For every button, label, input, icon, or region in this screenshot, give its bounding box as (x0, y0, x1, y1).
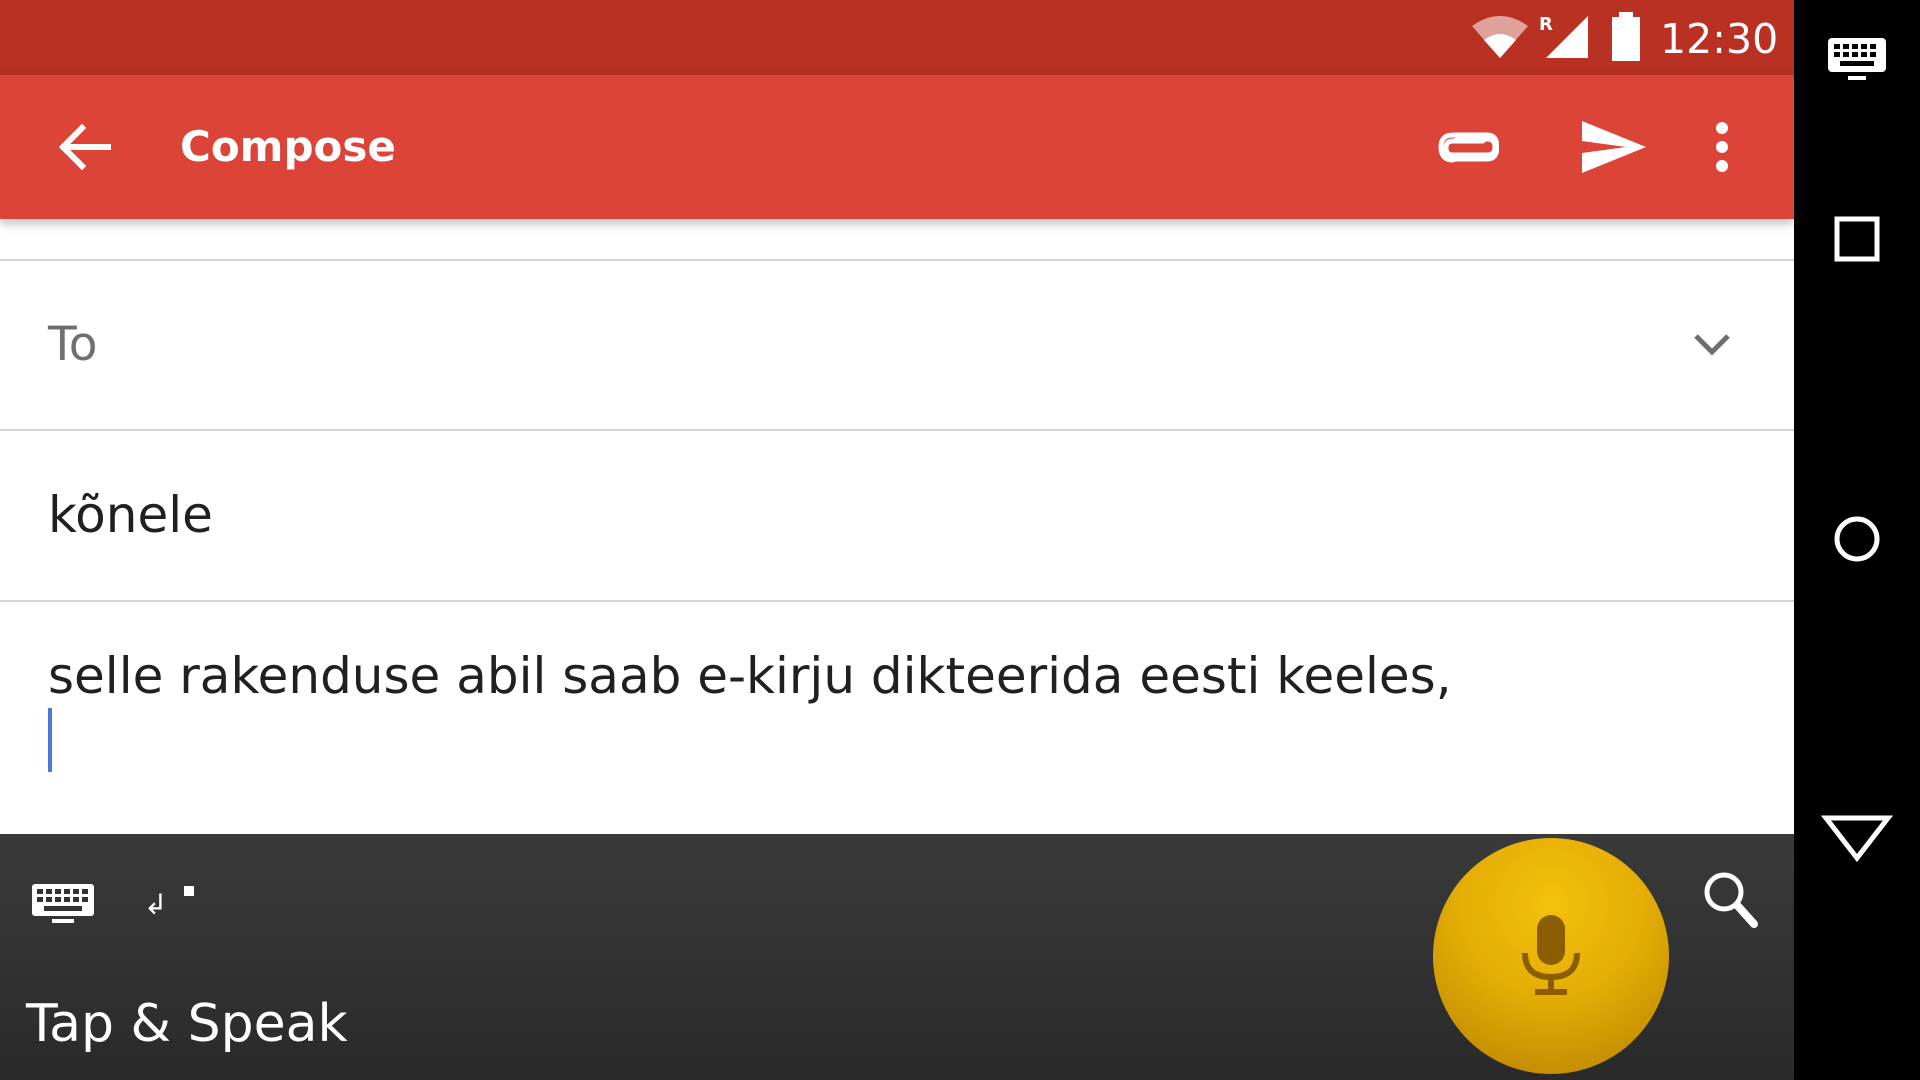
status-clock: 12:30 (1660, 15, 1779, 63)
attach-button[interactable] (1426, 75, 1510, 219)
newline-button[interactable]: ↲ (144, 872, 204, 926)
to-field[interactable]: To (0, 261, 1794, 429)
speech-keyboard: ↲ Tap & Speak (0, 834, 1794, 1080)
back-icon[interactable] (1818, 800, 1896, 866)
send-button[interactable] (1572, 75, 1656, 219)
screen: R 12:30 Compose To kõnele selle rakendus… (0, 0, 1920, 1080)
app-bar: Compose (0, 75, 1794, 219)
recents-icon[interactable] (1824, 206, 1890, 272)
back-button[interactable] (40, 75, 130, 219)
body-text: selle rakenduse abil saab e-kirju diktee… (48, 647, 1452, 705)
compose-form: To kõnele selle rakenduse abil saab e-ki… (0, 219, 1794, 834)
newline-dot (184, 886, 194, 896)
subject-text: kõnele (48, 486, 213, 544)
keyboard-switch-icon[interactable] (1826, 36, 1888, 82)
more-vertical-icon (1716, 122, 1728, 172)
to-label: To (48, 317, 98, 372)
expand-recipients-button[interactable] (1680, 313, 1744, 377)
status-bar: R 12:30 (0, 0, 1794, 75)
keyboard-icon[interactable] (30, 880, 96, 924)
back-arrow-icon (58, 123, 111, 171)
signal-icon: R (1539, 14, 1588, 58)
paperclip-icon (1438, 132, 1499, 163)
tap-speak-label: Tap & Speak (26, 994, 348, 1054)
roaming-indicator: R (1539, 14, 1553, 35)
send-icon (1582, 121, 1646, 173)
search-icon[interactable] (1700, 868, 1760, 932)
text-cursor (48, 708, 52, 772)
home-icon[interactable] (1824, 506, 1890, 572)
more-options-button[interactable] (1696, 75, 1748, 219)
navigation-bar (1794, 0, 1920, 1080)
subject-field[interactable]: kõnele (0, 431, 1794, 599)
newline-icon: ↲ (144, 888, 168, 921)
battery-icon (1612, 12, 1640, 61)
page-title: Compose (180, 122, 396, 171)
microphone-icon (1522, 915, 1580, 995)
microphone-button[interactable] (1433, 838, 1669, 1074)
body-field[interactable]: selle rakenduse abil saab e-kirju diktee… (0, 602, 1794, 834)
wifi-icon (1472, 16, 1528, 58)
chevron-down-icon (1694, 334, 1730, 356)
